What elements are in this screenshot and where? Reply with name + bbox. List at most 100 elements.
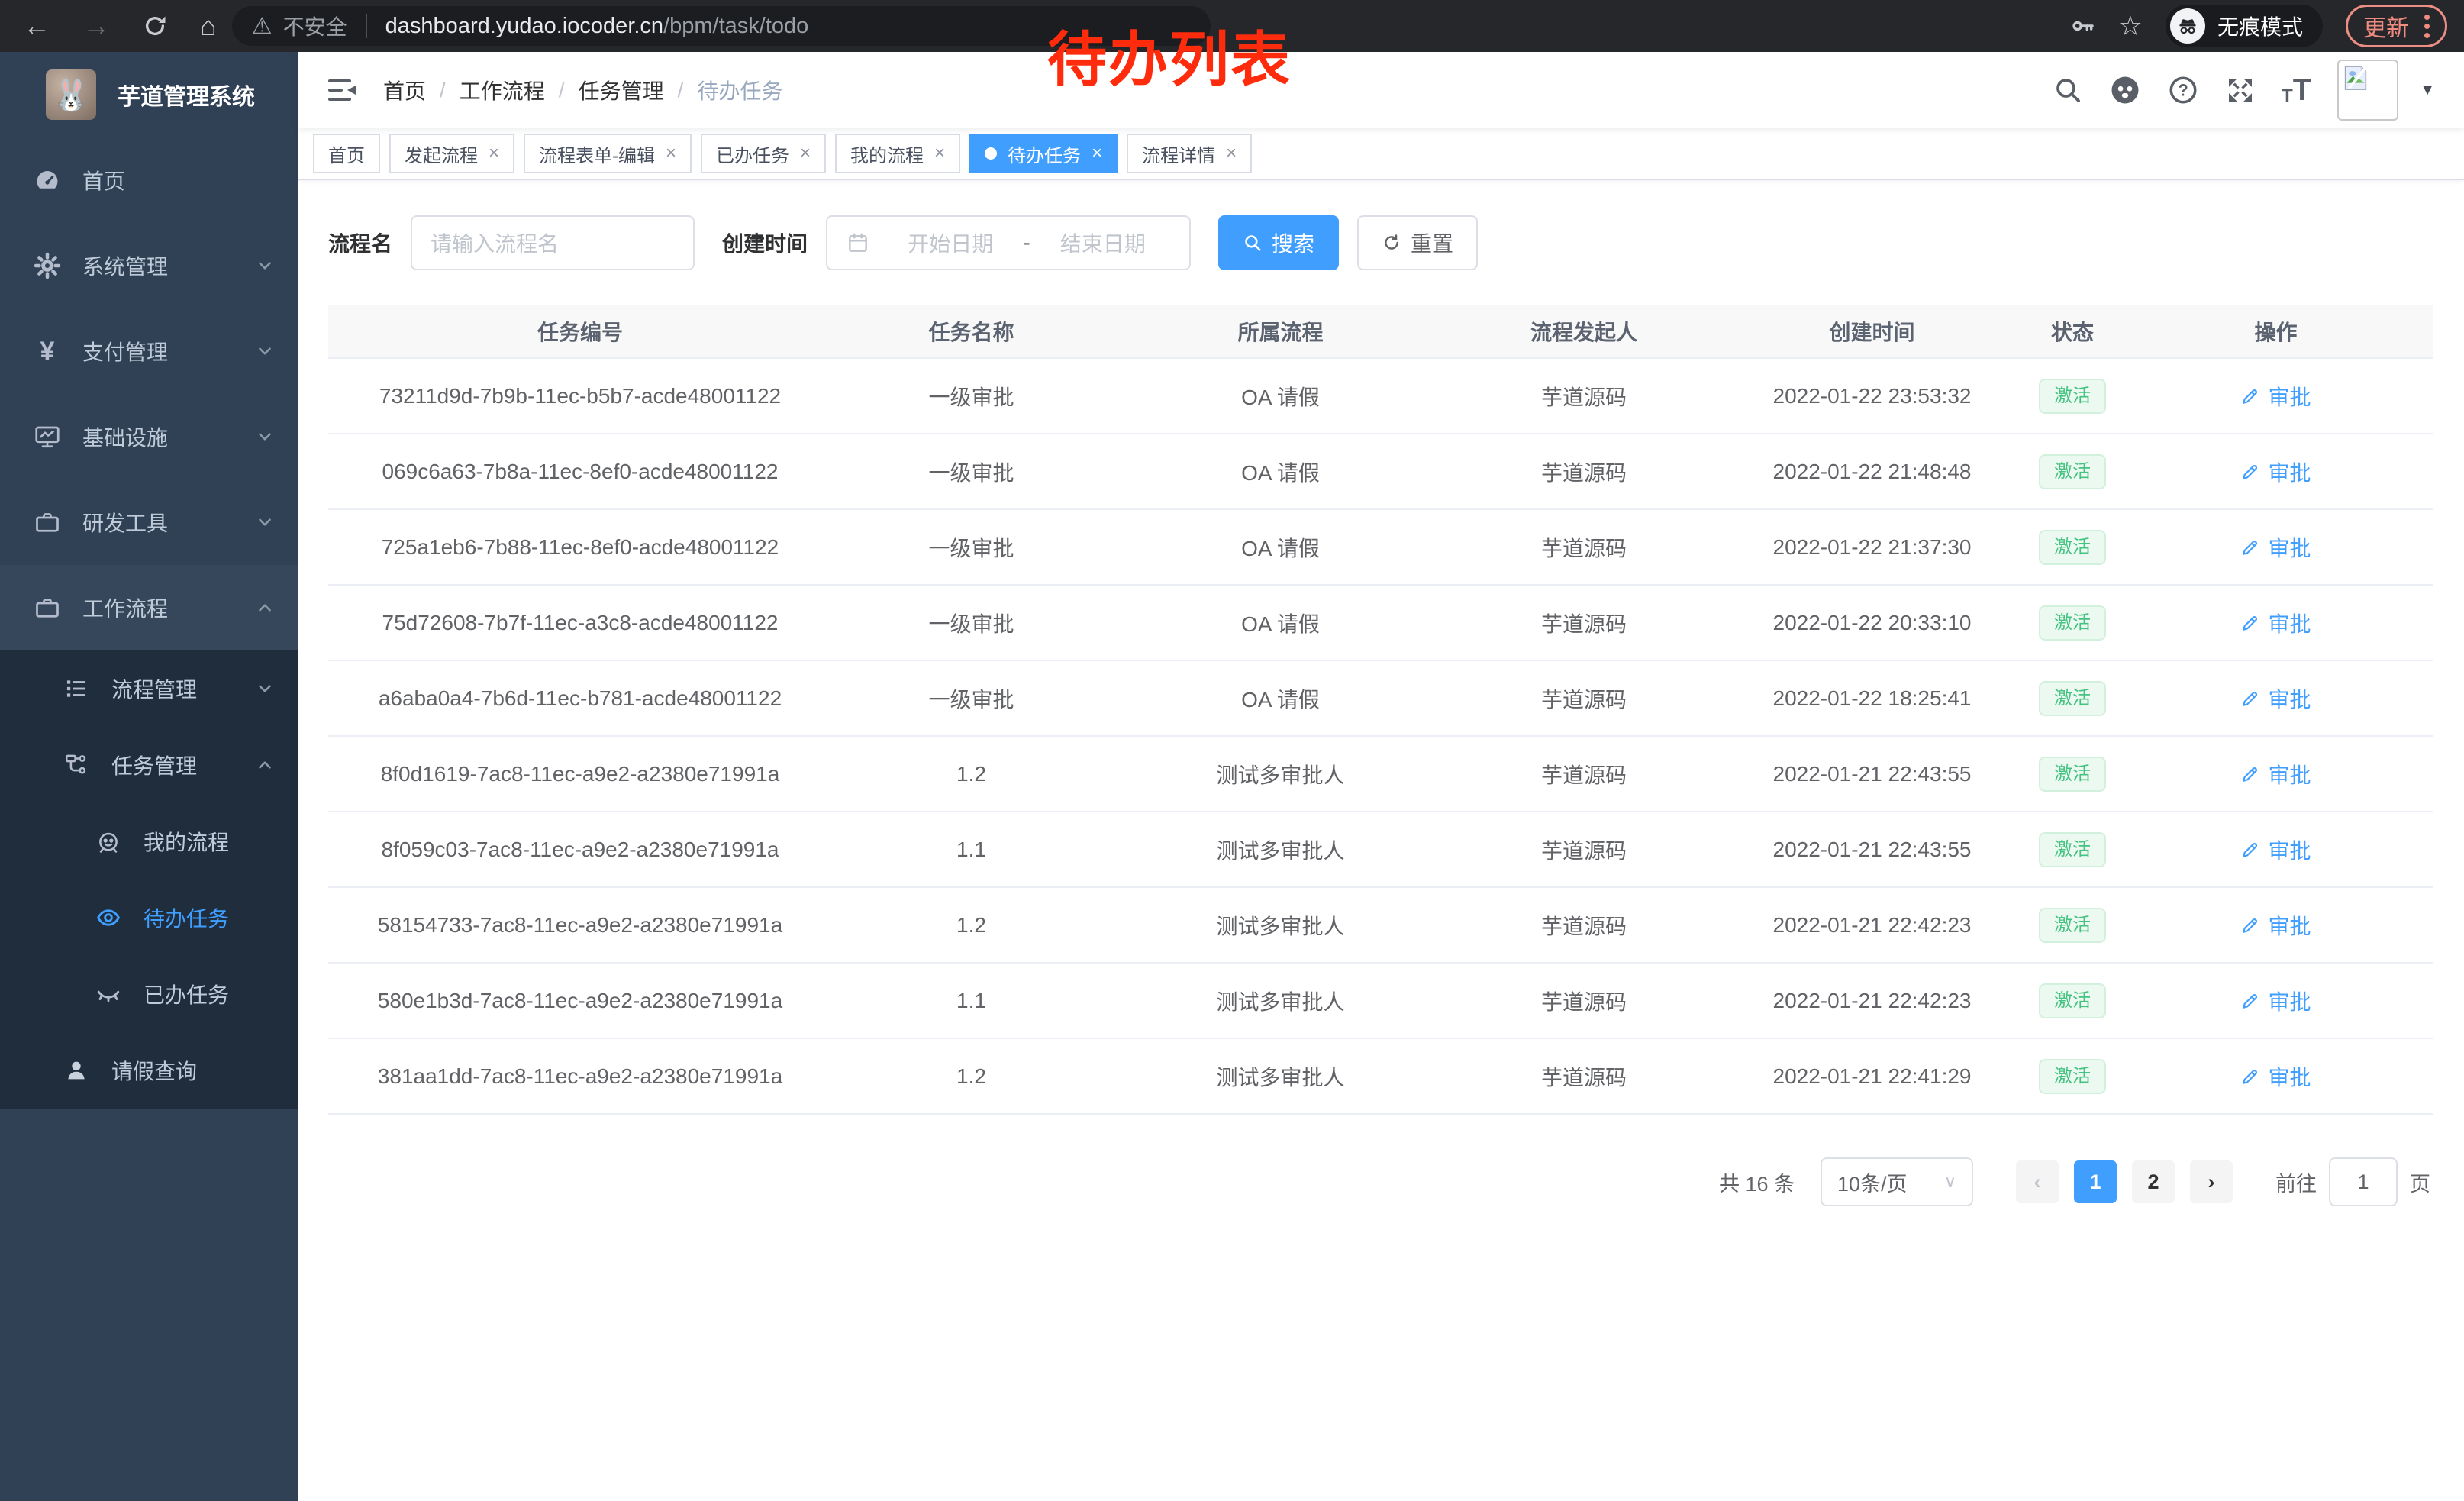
sidebar-item-home[interactable]: 首页 <box>0 137 298 223</box>
status-badge: 激活 <box>2039 1059 2106 1094</box>
approve-link[interactable]: 审批 <box>2240 381 2311 412</box>
sidebar-item-infra[interactable]: 基础设施 <box>0 394 298 479</box>
home-icon[interactable]: ⌂ <box>200 12 217 40</box>
page-2-button[interactable]: 2 <box>2132 1160 2175 1203</box>
omnibox-divider <box>366 14 367 38</box>
next-page-button[interactable]: › <box>2190 1160 2233 1203</box>
reset-button[interactable]: 重置 <box>1357 215 1478 270</box>
close-icon[interactable]: × <box>934 143 945 164</box>
bookmark-star-icon[interactable]: ☆ <box>2118 12 2143 40</box>
sidebar-item-done-tasks[interactable]: 已办任务 <box>0 956 298 1032</box>
edit-pen-icon <box>2240 386 2260 406</box>
browser-menu-icon[interactable] <box>2424 15 2430 38</box>
approve-link[interactable]: 审批 <box>2240 759 2311 789</box>
cell-process: OA 请假 <box>1111 608 1450 638</box>
briefcase-icon <box>32 594 63 621</box>
sidebar-item-my-process[interactable]: 我的流程 <box>0 803 298 880</box>
cell-task-id: 725a1eb6-7b88-11ec-8ef0-acde48001122 <box>328 535 832 560</box>
main-area: 首页 / 工作流程 / 任务管理 / 待办任务 ? <box>298 52 2464 1501</box>
update-button[interactable]: 更新 <box>2346 5 2447 47</box>
font-size-icon[interactable]: TT <box>2282 75 2311 105</box>
approve-link[interactable]: 审批 <box>2240 457 2311 487</box>
status-badge: 激活 <box>2039 530 2106 565</box>
approve-link[interactable]: 审批 <box>2240 834 2311 865</box>
close-icon[interactable]: × <box>489 143 499 164</box>
tab-start-process[interactable]: 发起流程× <box>389 134 514 173</box>
sidebar-item-payment[interactable]: ¥ 支付管理 <box>0 308 298 394</box>
monitor-icon <box>32 423 63 450</box>
status-badge: 激活 <box>2039 605 2106 641</box>
reload-icon[interactable] <box>142 13 168 39</box>
page-size-select[interactable]: 10条/页 ∨ <box>1821 1157 1973 1206</box>
status-badge: 激活 <box>2039 454 2106 489</box>
url-host: dashboard.yudao.iocoder.cn <box>385 14 663 39</box>
key-icon[interactable] <box>2071 14 2095 38</box>
sidebar-item-label: 流程管理 <box>111 673 197 704</box>
date-range-input[interactable]: 开始日期 - 结束日期 <box>826 215 1191 270</box>
sidebar-item-process-mgmt[interactable]: 流程管理 <box>0 650 298 727</box>
status-badge: 激活 <box>2039 379 2106 414</box>
search-icon[interactable] <box>2053 75 2083 105</box>
prev-page-button[interactable]: ‹ <box>2016 1160 2059 1203</box>
edit-pen-icon <box>2240 1067 2260 1086</box>
sidebar-item-label: 我的流程 <box>144 826 229 857</box>
hamburger-icon[interactable] <box>327 76 357 105</box>
logo-row[interactable]: 🐰 芋道管理系统 <box>0 52 298 137</box>
close-icon[interactable]: × <box>666 143 676 164</box>
table-header: 任务编号 任务名称 所属流程 流程发起人 创建时间 状态 操作 <box>328 305 2433 359</box>
approve-link[interactable]: 审批 <box>2240 910 2311 941</box>
chevron-down-icon <box>255 341 275 361</box>
forward-icon[interactable]: → <box>82 12 110 40</box>
github-icon[interactable] <box>2109 74 2141 106</box>
approve-link[interactable]: 审批 <box>2240 608 2311 638</box>
approve-link[interactable]: 审批 <box>2240 683 2311 714</box>
sidebar-item-leave-query[interactable]: 请假查询 <box>0 1032 298 1109</box>
tab-home[interactable]: 首页 <box>313 134 380 173</box>
approve-link[interactable]: 审批 <box>2240 1061 2311 1092</box>
cell-task-name: 一级审批 <box>832 532 1111 563</box>
tab-my-process[interactable]: 我的流程× <box>835 134 960 173</box>
tab-todo-tasks[interactable]: 待办任务× <box>969 134 1118 173</box>
cell-task-name: 1.1 <box>832 838 1111 862</box>
cell-created: 2022-01-21 22:42:23 <box>1717 989 2027 1013</box>
avatar-caret-down-icon[interactable]: ▼ <box>2420 82 2435 99</box>
approve-link[interactable]: 审批 <box>2240 986 2311 1016</box>
sidebar-item-label: 工作流程 <box>82 592 168 623</box>
chevron-down-icon <box>255 512 275 532</box>
tab-done-tasks[interactable]: 已办任务× <box>701 134 826 173</box>
sidebar-item-system[interactable]: 系统管理 <box>0 223 298 308</box>
sidebar: 🐰 芋道管理系统 首页 系统管理 ¥ 支付管理 基础设施 <box>0 52 298 1501</box>
breadcrumb-task-mgmt: 任务管理 <box>579 75 664 105</box>
breadcrumb-home[interactable]: 首页 <box>383 75 426 105</box>
page-content: 流程名 请输入流程名 创建时间 开始日期 - 结束日期 搜索 <box>298 180 2464 1206</box>
search-button[interactable]: 搜索 <box>1218 215 1339 270</box>
fullscreen-icon[interactable] <box>2225 75 2256 105</box>
calendar-icon <box>846 231 870 255</box>
avatar[interactable] <box>2337 60 2398 121</box>
tab-form-edit[interactable]: 流程表单-编辑× <box>524 134 692 173</box>
tab-process-detail[interactable]: 流程详情× <box>1127 134 1252 173</box>
goto-page-input[interactable]: 1 <box>2329 1157 2398 1206</box>
cell-process: 测试多审批人 <box>1111 910 1450 941</box>
start-date-placeholder[interactable]: 开始日期 <box>882 228 1018 258</box>
url-path: /bpm/task/todo <box>663 14 808 39</box>
back-icon[interactable]: ← <box>23 12 50 40</box>
end-date-placeholder[interactable]: 结束日期 <box>1035 228 1171 258</box>
cell-starter: 芋道源码 <box>1450 759 1717 789</box>
process-name-input[interactable]: 请输入流程名 <box>411 215 695 270</box>
sidebar-item-task-mgmt[interactable]: 任务管理 <box>0 727 298 803</box>
close-icon[interactable]: × <box>1226 143 1237 164</box>
logo-image: 🐰 <box>46 69 96 120</box>
page-1-button[interactable]: 1 <box>2074 1160 2117 1203</box>
close-icon[interactable]: × <box>1092 143 1102 164</box>
close-icon[interactable]: × <box>800 143 811 164</box>
help-icon[interactable]: ? <box>2167 74 2199 106</box>
sidebar-item-todo-tasks[interactable]: 待办任务 <box>0 880 298 956</box>
sidebar-item-workflow[interactable]: 工作流程 <box>0 565 298 650</box>
approve-link[interactable]: 审批 <box>2240 532 2311 563</box>
eye-closed-icon <box>93 981 124 1007</box>
sidebar-item-label: 任务管理 <box>111 750 197 780</box>
sidebar-item-devtools[interactable]: 研发工具 <box>0 479 298 565</box>
cell-created: 2022-01-22 21:37:30 <box>1717 535 2027 560</box>
cell-task-name: 1.2 <box>832 1064 1111 1089</box>
